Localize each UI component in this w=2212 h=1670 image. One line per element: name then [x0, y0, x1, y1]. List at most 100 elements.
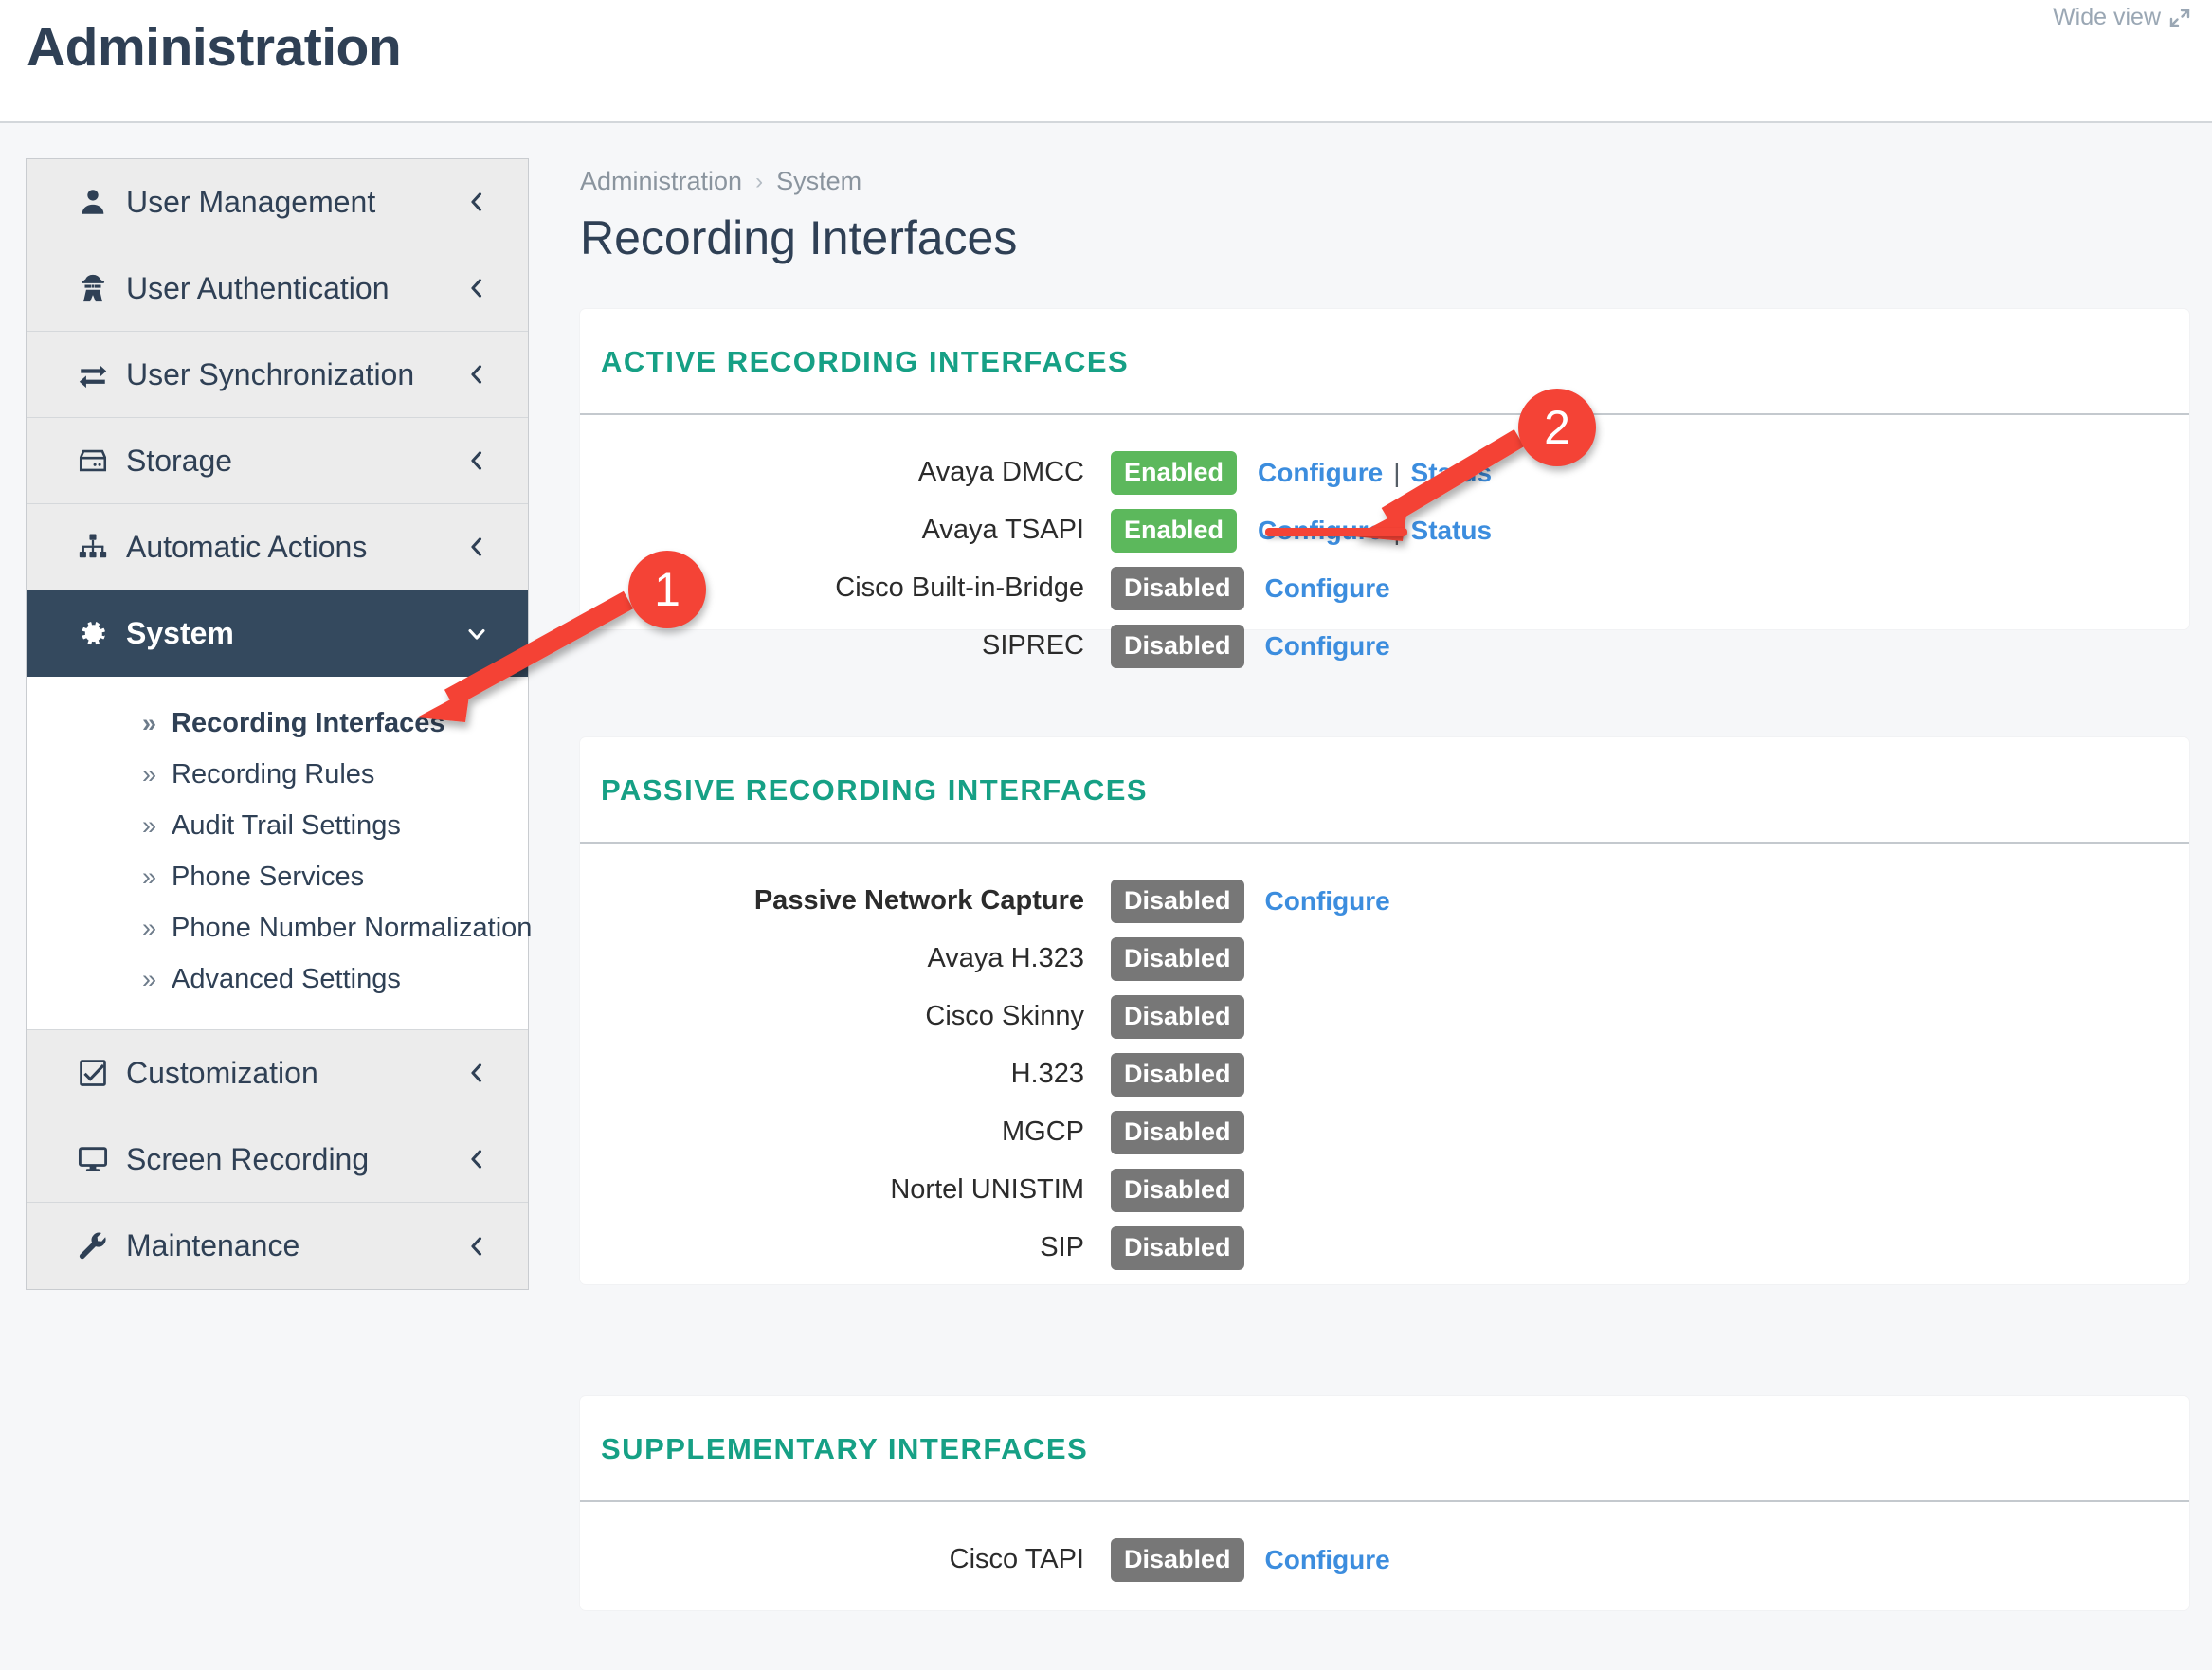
chevron-left-icon[interactable] — [463, 1233, 490, 1260]
status-link[interactable]: Status — [1411, 516, 1493, 546]
row-actions: Configure — [1265, 631, 1390, 662]
chevron-left-icon[interactable] — [463, 534, 490, 560]
sidebar-item-label: Storage — [126, 443, 233, 478]
sidebar-subitem-recording-rules[interactable]: » Recording Rules — [27, 749, 528, 800]
sidebar-item-label: System — [126, 616, 234, 650]
chevron-down-icon[interactable] — [463, 621, 490, 647]
table-row: Passive Network Capture Disabled Configure — [580, 872, 2189, 930]
panel-heading: ACTIVE RECORDING INTERFACES — [601, 345, 1130, 378]
chevron-left-icon[interactable] — [463, 361, 490, 388]
sidebar-subitem-advanced-settings[interactable]: » Advanced Settings — [27, 953, 528, 1005]
interface-name: Nortel UNISTIM — [890, 1174, 1084, 1205]
interface-name: Avaya DMCC — [917, 457, 1084, 487]
table-row: MGCP Disabled — [580, 1103, 2189, 1161]
configure-link[interactable]: Configure — [1258, 516, 1383, 546]
sidebar-item-user-authentication[interactable]: User Authentication — [27, 245, 528, 332]
gear-icon — [77, 618, 115, 650]
interface-name: H.323 — [1010, 1059, 1084, 1089]
row-actions: Configure — [1265, 573, 1390, 604]
sidebar-subitem-label: Phone Number Normalization — [172, 912, 533, 943]
chevron-left-icon[interactable] — [463, 447, 490, 474]
interface-name: Passive Network Capture — [753, 885, 1084, 916]
sidebar-subitem-label: Phone Services — [172, 861, 365, 892]
wide-view-label: Wide view — [2053, 4, 2161, 30]
configure-link[interactable]: Configure — [1265, 631, 1390, 662]
status-badge: Disabled — [1111, 1110, 1244, 1154]
configure-link[interactable]: Configure — [1265, 1545, 1390, 1575]
configure-link[interactable]: Configure — [1265, 886, 1390, 917]
sidebar-subitem-label: Recording Interfaces — [172, 707, 445, 738]
sidebar-subitem-phone-services[interactable]: » Phone Services — [27, 851, 528, 902]
sidebar-item-storage[interactable]: Storage — [27, 418, 528, 504]
sidebar-subitem-recording-interfaces[interactable]: » Recording Interfaces — [27, 698, 528, 749]
status-badge: Disabled — [1111, 624, 1244, 668]
interface-name: Cisco Built-in-Bridge — [835, 572, 1084, 603]
page-title: Administration — [27, 17, 402, 78]
chevron-left-icon[interactable] — [463, 275, 490, 301]
breadcrumb: Administration › System — [580, 167, 861, 196]
desktop-icon — [77, 1143, 115, 1175]
chevron-left-icon[interactable] — [463, 1146, 490, 1172]
top-header-bar: Administration Wide view — [0, 0, 2212, 123]
user-icon — [77, 186, 115, 218]
sidebar-item-label: User Management — [126, 184, 376, 219]
sitemap-icon — [77, 531, 115, 563]
sidebar-item-screen-recording[interactable]: Screen Recording — [27, 1116, 528, 1203]
sidebar-item-label: Screen Recording — [126, 1141, 370, 1176]
interface-name: SIPREC — [982, 630, 1084, 661]
sidebar-subitem-label: Recording Rules — [172, 758, 375, 790]
sidebar-item-automatic-actions[interactable]: Automatic Actions — [27, 504, 528, 590]
status-badge: Disabled — [1111, 936, 1244, 981]
double-chevron-right-icon: » — [142, 913, 157, 942]
panel-active-recording-interfaces: ACTIVE RECORDING INTERFACES Avaya DMCC Ena… — [580, 309, 2189, 668]
breadcrumb-leaf[interactable]: System — [776, 167, 861, 196]
status-badge: Enabled — [1111, 450, 1238, 495]
sidebar-item-maintenance[interactable]: Maintenance — [27, 1203, 528, 1289]
row-actions: Configure | Status — [1258, 516, 1492, 546]
status-badge: Disabled — [1111, 994, 1244, 1039]
interface-name: Avaya H.323 — [927, 943, 1084, 973]
row-actions: Configure | Status — [1258, 458, 1492, 488]
wrench-icon — [77, 1230, 115, 1262]
expand-diagonal-icon — [2168, 7, 2191, 29]
status-badge: Disabled — [1111, 1225, 1244, 1270]
interface-name: MGCP — [1002, 1116, 1084, 1147]
panel-heading: SUPPLEMENTARY INTERFACES — [601, 1432, 1089, 1465]
table-row: Avaya DMCC Enabled Configure | Status — [580, 444, 2189, 501]
sidebar-nav: User Management User Authentication User S… — [26, 158, 532, 1290]
sidebar-item-customization[interactable]: Customization — [27, 1030, 528, 1116]
configure-link[interactable]: Configure — [1258, 458, 1383, 488]
sidebar-item-user-management[interactable]: User Management — [27, 159, 528, 245]
sidebar-subitem-audit-trail-settings[interactable]: » Audit Trail Settings — [27, 800, 528, 851]
interface-name: Cisco TAPI — [949, 1544, 1084, 1574]
wide-view-toggle[interactable]: Wide view — [2053, 4, 2191, 31]
chevron-left-icon[interactable] — [463, 1060, 490, 1086]
check-square-icon — [77, 1057, 115, 1089]
double-chevron-right-icon: » — [142, 759, 157, 789]
status-link[interactable]: Status — [1411, 458, 1493, 488]
sidebar-item-system[interactable]: System — [27, 590, 528, 677]
administration-page: Administration Wide view User Management… — [0, 0, 2212, 1670]
status-badge: Disabled — [1111, 1168, 1244, 1212]
chevron-left-icon[interactable] — [463, 189, 490, 215]
configure-link[interactable]: Configure — [1265, 573, 1390, 604]
table-row: Nortel UNISTIM Disabled — [580, 1161, 2189, 1219]
status-badge: Disabled — [1111, 1052, 1244, 1097]
hdd-icon — [77, 445, 115, 477]
sidebar-item-label: Customization — [126, 1055, 318, 1090]
table-row: Cisco Built-in-Bridge Disabled Configure — [580, 559, 2189, 617]
interface-name: Cisco Skinny — [925, 1001, 1084, 1031]
content-area: User Management User Authentication User S… — [0, 123, 2212, 1670]
sidebar-submenu-system: » Recording Interfaces » Recording Rules » Au… — [27, 677, 532, 1030]
table-row: Cisco Skinny Disabled — [580, 988, 2189, 1045]
row-actions: Configure — [1265, 886, 1390, 917]
status-badge: Disabled — [1111, 1537, 1244, 1582]
panel-body: Passive Network Capture Disabled Configure… — [580, 844, 2189, 1277]
sidebar-subitem-label: Audit Trail Settings — [172, 809, 401, 841]
sidebar-subitem-label: Advanced Settings — [172, 963, 401, 994]
breadcrumb-root[interactable]: Administration — [580, 167, 742, 196]
sidebar-item-user-synchronization[interactable]: User Synchronization — [27, 332, 528, 418]
sidebar-subitem-phone-number-normalization[interactable]: » Phone Number Normalization — [27, 902, 532, 953]
user-secret-icon — [77, 272, 115, 304]
content-heading: Recording Interfaces — [580, 211, 1018, 264]
